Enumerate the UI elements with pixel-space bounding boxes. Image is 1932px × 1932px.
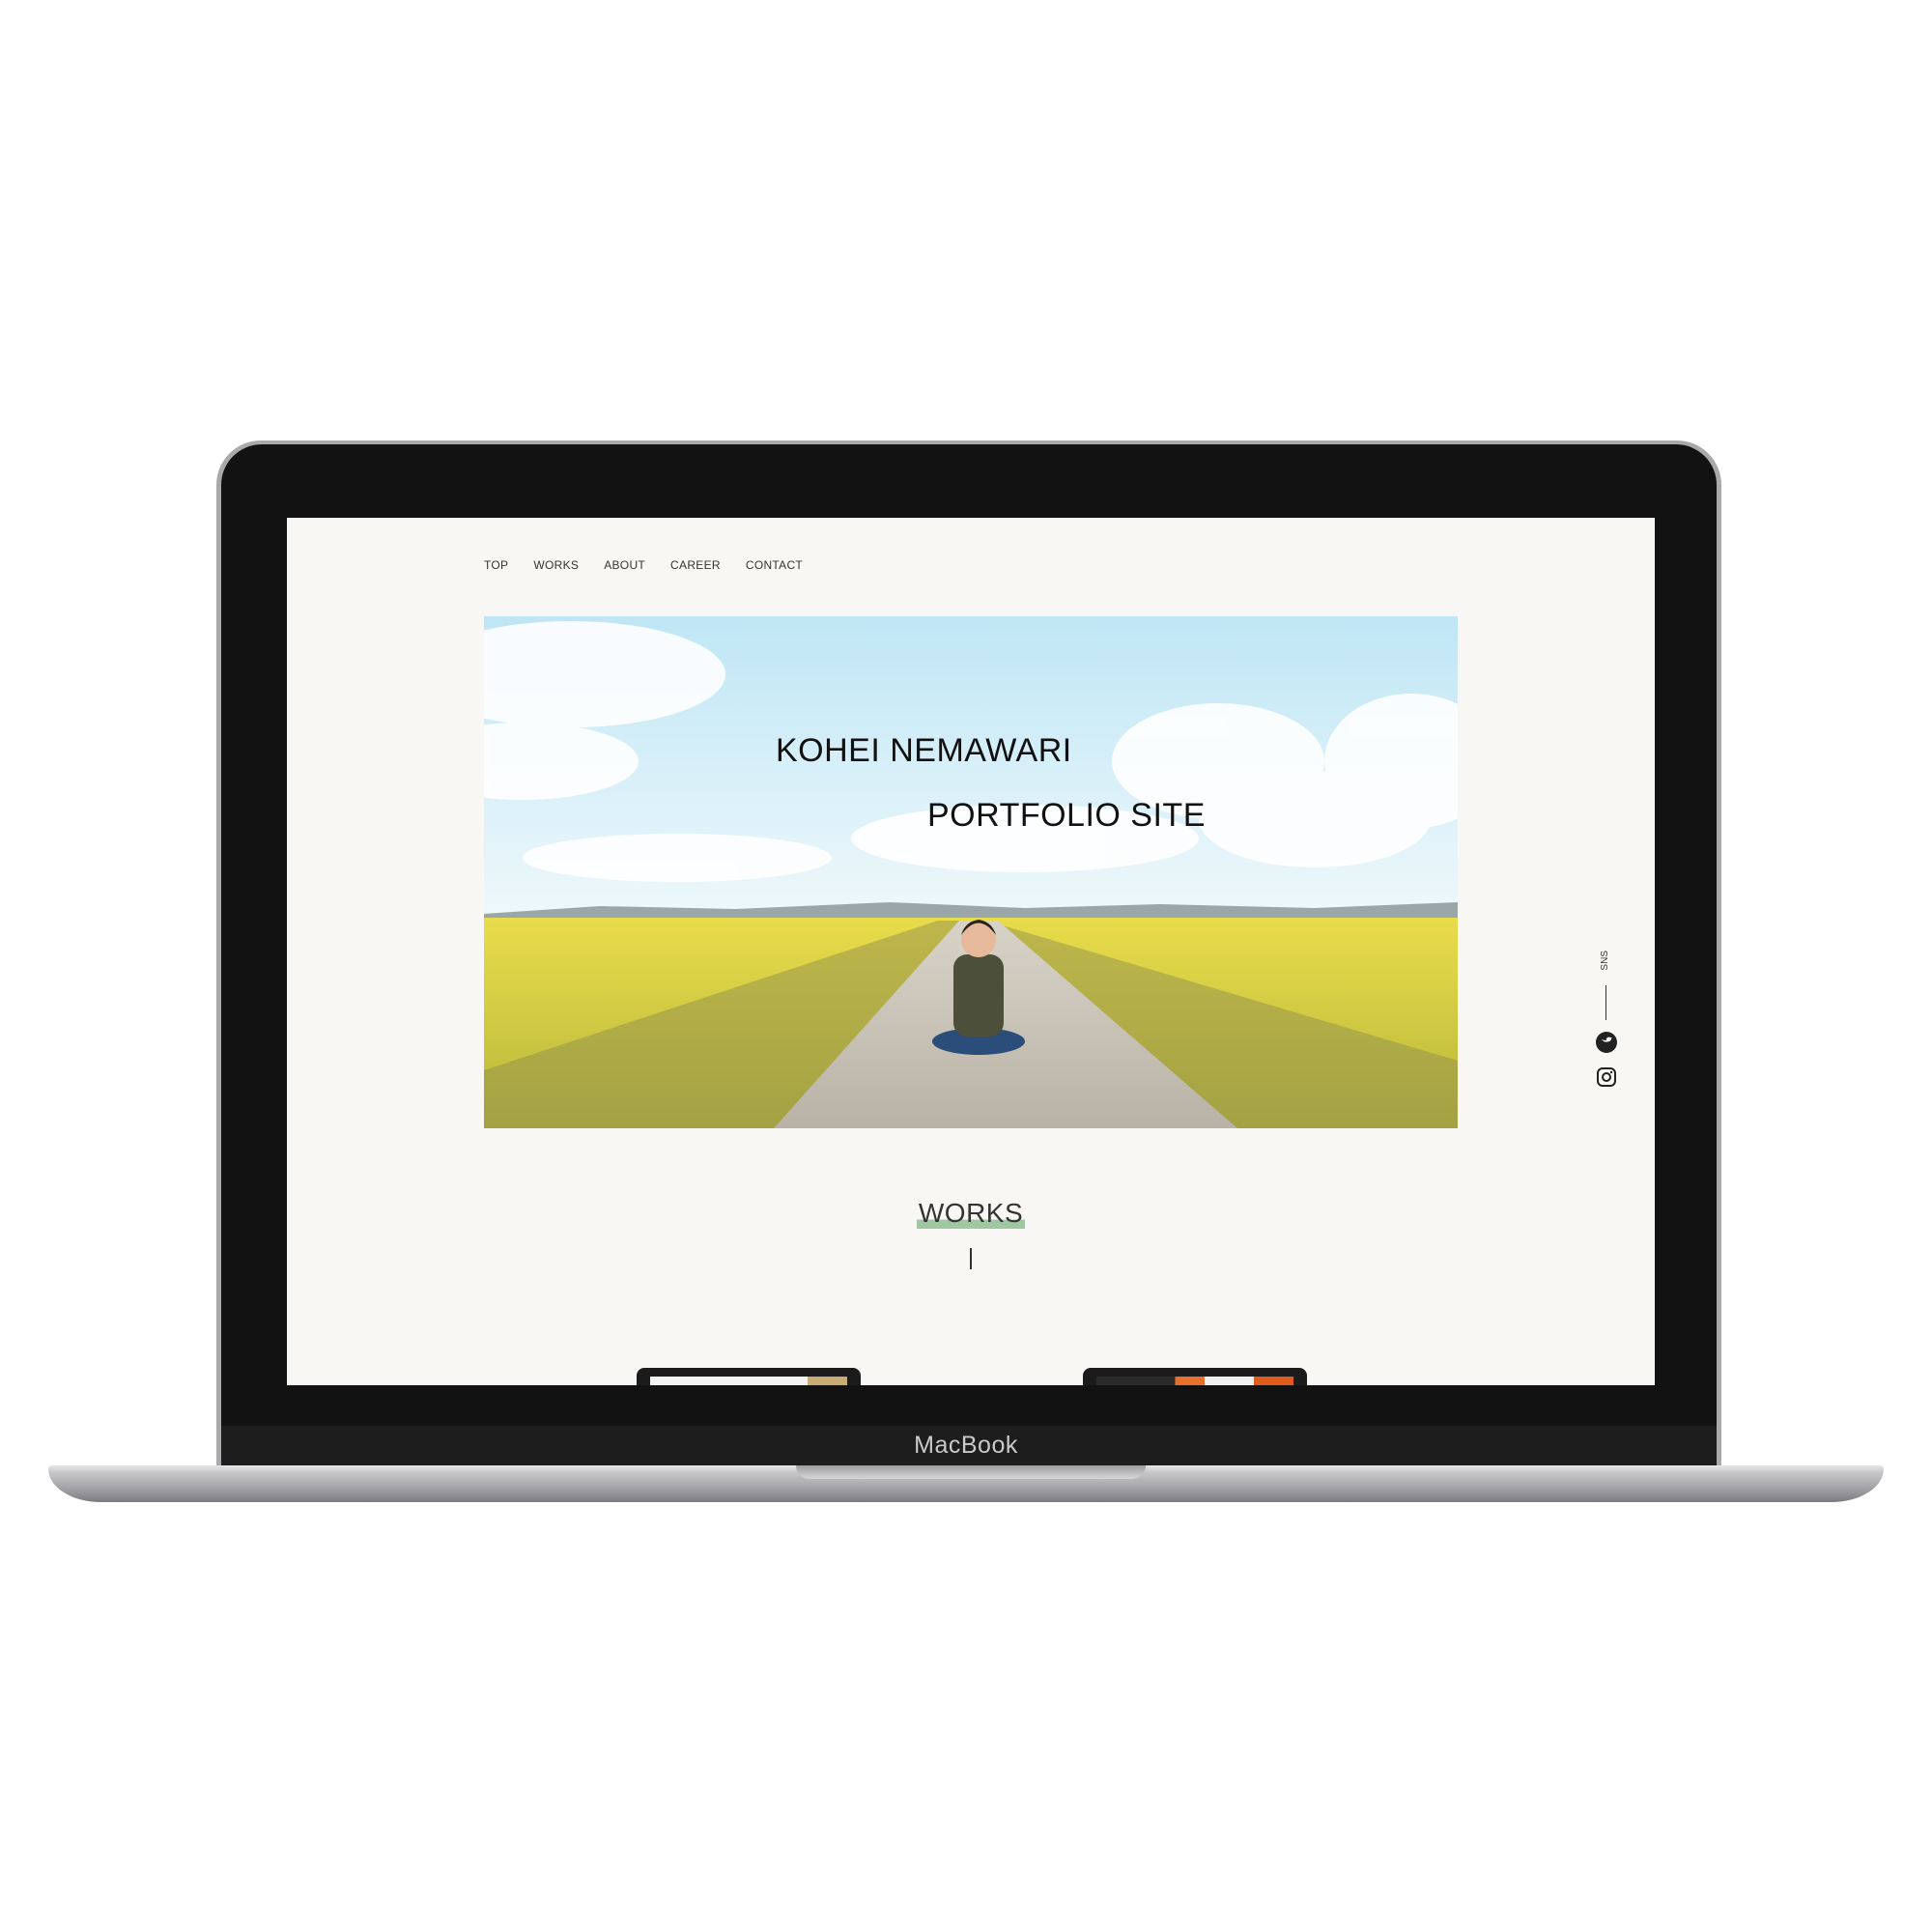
- hero-title-line1: KOHEI NEMAWARI: [776, 732, 1072, 769]
- nav-item-about[interactable]: ABOUT: [604, 558, 645, 572]
- instagram-icon[interactable]: [1596, 1066, 1617, 1088]
- work-thumbnail-2[interactable]: [1083, 1368, 1307, 1385]
- nav-item-top[interactable]: TOP: [484, 558, 508, 572]
- work-thumbnail-1[interactable]: [637, 1368, 861, 1385]
- hero-photo-illustration: [484, 616, 1458, 1128]
- nav-item-contact[interactable]: CONTACT: [746, 558, 803, 572]
- sns-links: SNS: [1591, 951, 1622, 1144]
- sns-divider-line: [1605, 985, 1606, 1020]
- website-screen: TOP WORKS ABOUT CAREER CONTACT KOHEI NEM…: [287, 518, 1655, 1385]
- nav-item-career[interactable]: CAREER: [670, 558, 721, 572]
- hero-title-line2: PORTFOLIO SITE: [927, 797, 1206, 834]
- hero-image: KOHEI NEMAWARI PORTFOLIO SITE: [484, 616, 1458, 1128]
- sns-label: SNS: [1600, 951, 1610, 971]
- twitter-icon[interactable]: [1596, 1032, 1617, 1053]
- device-brand-label: MacBook: [914, 1432, 1018, 1459]
- works-section: WORKS: [287, 1198, 1655, 1229]
- works-heading: WORKS: [916, 1198, 1026, 1229]
- main-nav: TOP WORKS ABOUT CAREER CONTACT: [484, 558, 803, 572]
- nav-item-works[interactable]: WORKS: [533, 558, 579, 572]
- works-divider: [970, 1248, 972, 1269]
- laptop-opening-notch: [796, 1465, 1146, 1479]
